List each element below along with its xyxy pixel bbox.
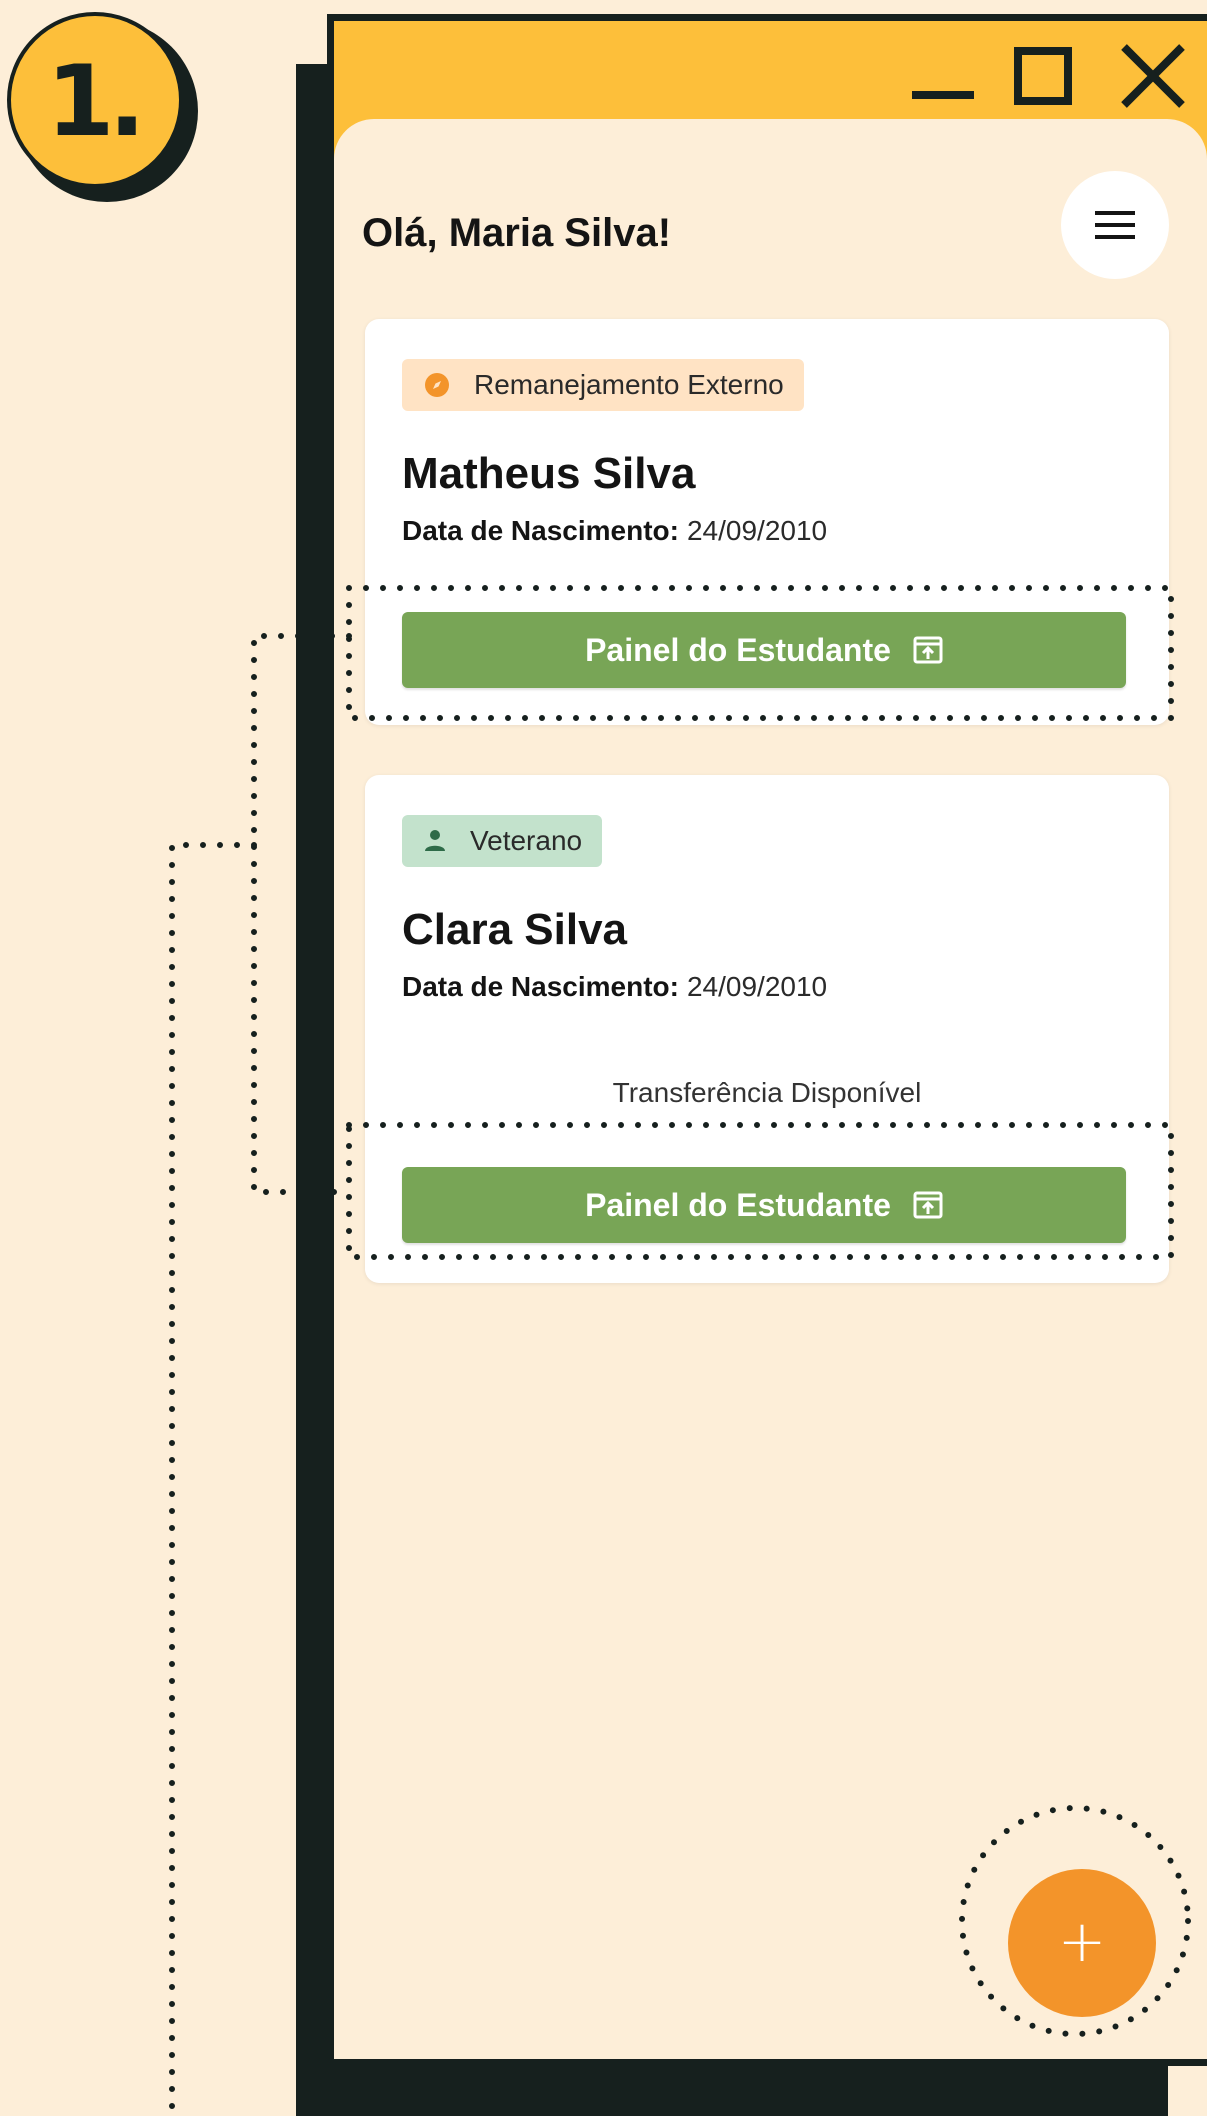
- birth-date-value: 24/09/2010: [686, 515, 828, 546]
- greeting-title: Olá, Maria Silva!: [362, 211, 672, 255]
- birth-date: Data de Nascimento: 24/09/2010: [402, 971, 827, 1003]
- tag-label: Remanejamento Externo: [474, 369, 784, 400]
- student-status-tag: Veterano: [402, 815, 603, 867]
- connector-line-down: [169, 842, 257, 2116]
- add-student-button[interactable]: +: [1008, 1869, 1156, 2017]
- birth-date-label: Data de Nascimento:: [402, 971, 679, 1002]
- student-name: Clara Silva: [402, 905, 628, 954]
- hamburger-menu-icon: [1095, 211, 1135, 239]
- student-panel-button[interactable]: Painel do Estudante: [402, 1167, 1126, 1243]
- transfer-status: Transferência Disponível: [612, 1077, 922, 1108]
- student-card: Veterano Clara Silva Data de Nascimento:…: [365, 775, 1169, 1283]
- birth-date: Data de Nascimento: 24/09/2010: [402, 515, 827, 547]
- menu-button[interactable]: [1061, 171, 1169, 279]
- student-panel-button-label: Painel do Estudante: [585, 631, 891, 668]
- birth-date-value: 24/09/2010: [686, 971, 828, 1002]
- tag-label: Veterano: [470, 825, 583, 856]
- birth-date-label: Data de Nascimento:: [402, 515, 679, 546]
- compass-icon: [424, 372, 450, 398]
- app-screen: Olá, Maria Silva! Remanejamento Externo …: [334, 119, 1207, 2059]
- close-icon[interactable]: [1118, 41, 1188, 111]
- student-name: Matheus Silva: [402, 449, 696, 498]
- minimize-icon[interactable]: [912, 91, 974, 99]
- open-panel-icon: [913, 1191, 943, 1219]
- step-number-badge: 1.: [7, 12, 183, 188]
- plus-icon: +: [1057, 1907, 1107, 1975]
- app-window: Olá, Maria Silva! Remanejamento Externo …: [327, 14, 1207, 2066]
- step-number: 1.: [46, 45, 145, 159]
- student-panel-button[interactable]: Painel do Estudante: [402, 612, 1126, 688]
- student-card: Remanejamento Externo Matheus Silva Data…: [365, 319, 1169, 725]
- student-status-tag: Remanejamento Externo: [402, 359, 804, 411]
- open-panel-icon: [913, 636, 943, 664]
- student-panel-button-label: Painel do Estudante: [585, 1186, 891, 1223]
- maximize-icon[interactable]: [1014, 47, 1072, 105]
- person-icon: [424, 829, 446, 853]
